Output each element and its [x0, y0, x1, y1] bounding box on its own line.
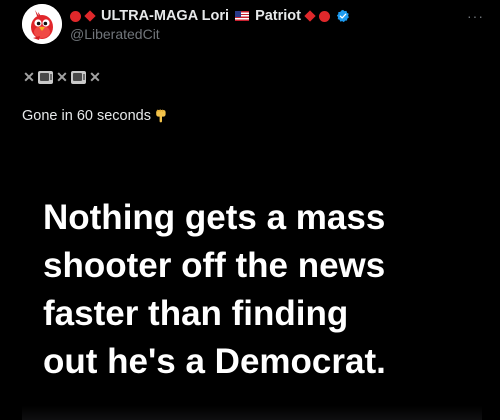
display-name[interactable]: ULTRA-MAGA Lori — [101, 8, 229, 24]
red-diamond-icon — [304, 10, 316, 22]
us-flag-icon — [235, 11, 250, 21]
emoji-line: ✕ ✕ ✕ — [22, 69, 102, 86]
meme-line: shooter off the news — [43, 246, 386, 285]
tv-icon — [38, 71, 53, 84]
post-image[interactable]: Nothing gets a mass shooter off the news… — [22, 148, 482, 420]
display-name-suffix[interactable]: Patriot — [255, 8, 301, 24]
meme-text: Nothing gets a mass shooter off the news… — [43, 194, 483, 386]
red-diamond-icon — [84, 10, 96, 22]
meme-line: out he's a Democrat. — [43, 342, 386, 381]
image-bottom-edge — [22, 406, 482, 420]
display-name-row[interactable]: ULTRA-MAGA Lori Patriot — [70, 7, 470, 25]
tweet: ULTRA-MAGA Lori Patriot @LiberatedCit ··… — [0, 0, 500, 420]
cardinal-bird-icon — [22, 4, 62, 44]
pointing-down-hand-icon — [156, 109, 166, 123]
more-options-icon[interactable]: ··· — [467, 8, 484, 24]
avatar[interactable] — [22, 4, 62, 44]
x-icon: ✕ — [56, 69, 68, 85]
x-icon: ✕ — [89, 69, 101, 85]
meme-line: Nothing gets a mass — [43, 198, 386, 237]
red-circle-icon — [70, 10, 81, 22]
meme-line: faster than finding — [43, 294, 349, 333]
verified-badge-icon — [336, 9, 349, 23]
tv-icon — [71, 71, 86, 84]
user-handle[interactable]: @LiberatedCit — [70, 26, 470, 42]
red-circle-icon — [318, 10, 330, 22]
post-text: Gone in 60 seconds — [22, 108, 167, 124]
x-icon: ✕ — [23, 69, 35, 85]
post-header: ULTRA-MAGA Lori Patriot @LiberatedCit — [70, 7, 470, 42]
post-text-content: Gone in 60 seconds — [22, 108, 151, 124]
